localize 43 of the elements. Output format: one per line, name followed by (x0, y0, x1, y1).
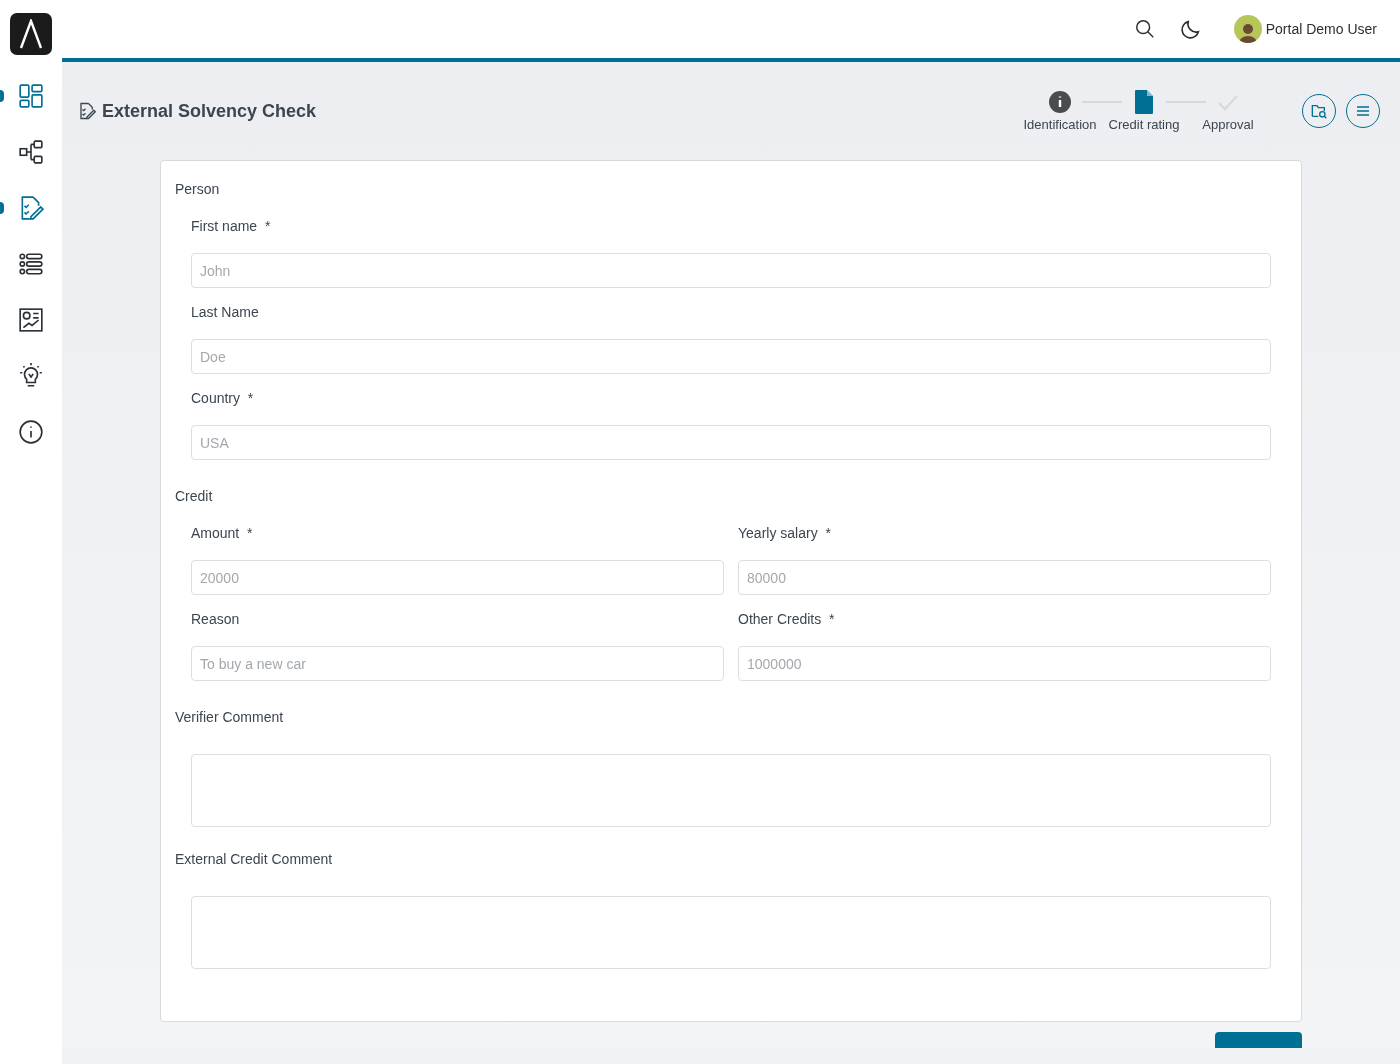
input-field[interactable]: John (191, 253, 1271, 288)
section-title: Credit (175, 487, 214, 506)
dashboard-icon (18, 83, 44, 109)
folder-search-icon (1311, 103, 1327, 119)
comment-field[interactable] (191, 754, 1271, 827)
input-field[interactable]: 1000000 (738, 646, 1271, 681)
person-silhouette-icon (1237, 21, 1258, 43)
step-label: Credit rating (1108, 117, 1180, 132)
search-icon (1133, 18, 1156, 40)
field-label: Reason (191, 610, 241, 629)
input-field[interactable]: 80000 (738, 560, 1271, 595)
moon-icon (1179, 18, 1202, 40)
step-label: Approval (1202, 117, 1254, 132)
input-field[interactable]: 20000 (191, 560, 724, 595)
input-field[interactable]: USA (191, 425, 1271, 460)
section-title: Verifier Comment (175, 708, 285, 727)
user-menu[interactable]: Portal Demo User (1233, 15, 1377, 43)
field-label: Country * (191, 389, 255, 408)
input-field[interactable]: Doe (191, 339, 1271, 374)
dark-mode-button[interactable] (1179, 18, 1202, 40)
search-button[interactable] (1133, 18, 1156, 40)
document-step-icon (1134, 90, 1154, 114)
section-title: Person (175, 180, 221, 199)
info-icon (18, 419, 44, 445)
field-label: Yearly salary * (738, 524, 832, 543)
page-title: External Solvency Check (102, 100, 317, 122)
info-step-icon (1048, 90, 1072, 114)
app-logo[interactable] (10, 13, 52, 55)
section-title: External Credit Comment (175, 850, 334, 869)
report-chart-icon (18, 307, 44, 333)
list-icon (18, 251, 44, 277)
field-label: Last Name (191, 303, 260, 322)
menu-icon (1355, 103, 1371, 119)
step-label: Identification (1023, 117, 1097, 132)
checklist-edit-icon (78, 102, 96, 120)
field-label: Amount * (191, 524, 254, 543)
comment-field[interactable] (191, 896, 1271, 969)
input-field[interactable]: To buy a new car (191, 646, 724, 681)
logo-mark-icon (18, 19, 44, 49)
field-label: First name * (191, 217, 272, 236)
flow-diagram-icon (18, 139, 44, 165)
lightbulb-icon (18, 363, 44, 389)
field-label: Other Credits * (738, 610, 836, 629)
